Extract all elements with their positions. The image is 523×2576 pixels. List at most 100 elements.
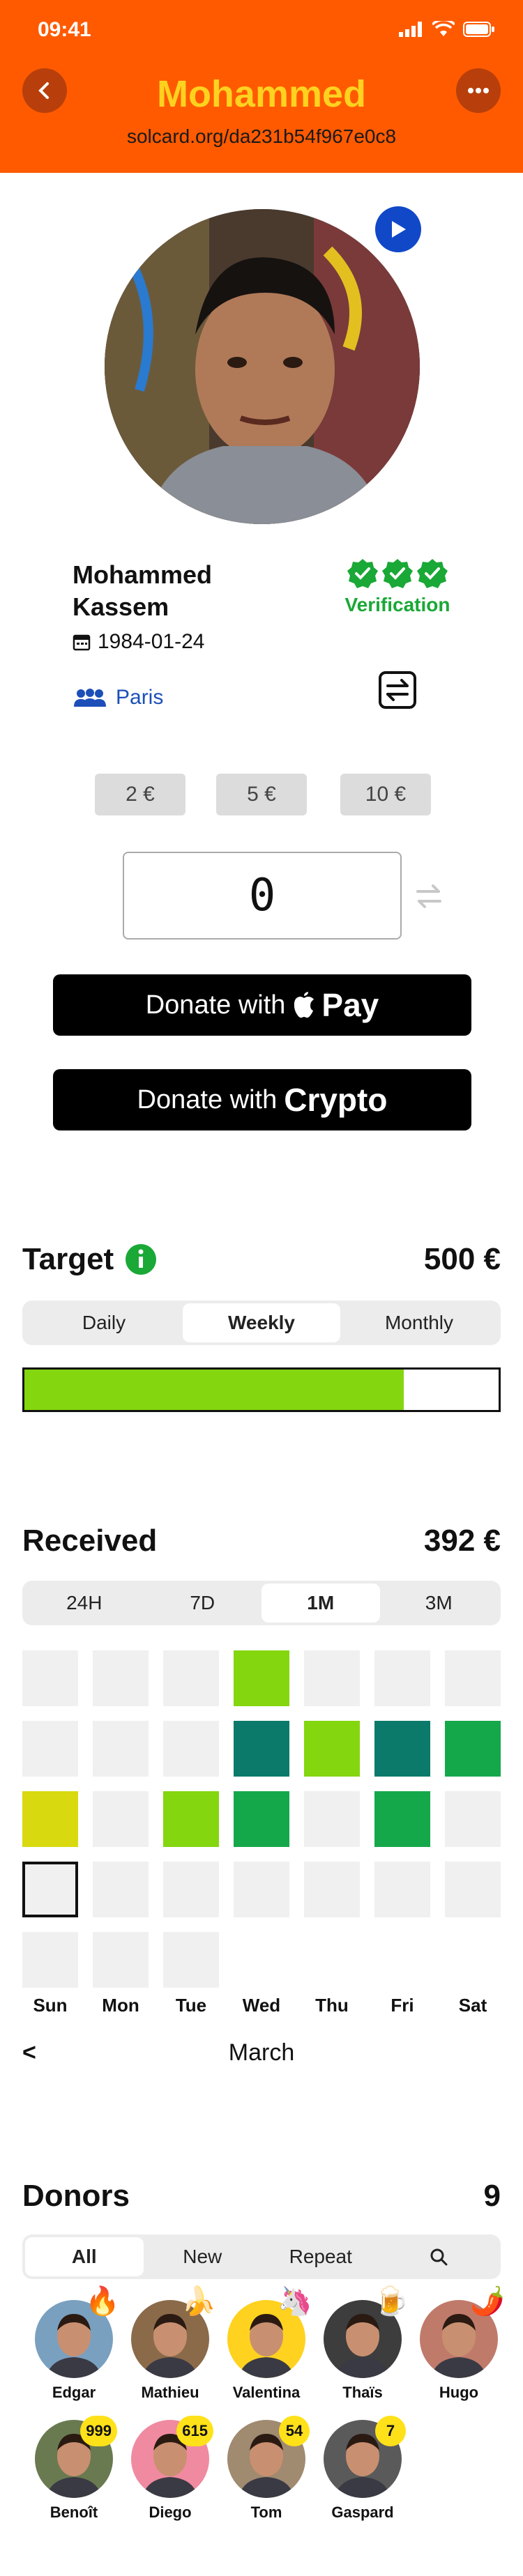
donor-emoji-icon: 🔥 [85,2286,120,2317]
donor-item[interactable]: 🦄 Valentina [226,2287,312,2402]
tab-all[interactable]: All [25,2237,144,2276]
heatmap-day-cell[interactable] [374,1721,430,1777]
donor-avatar: 🦄 [227,2287,312,2378]
target-period-tabs: Daily Weekly Monthly [22,1301,501,1345]
heatmap-day-cell[interactable] [163,1791,219,1847]
heatmap-day-cell[interactable] [22,1862,78,1917]
heatmap-day-cell[interactable] [304,1721,360,1777]
city-label: Paris [116,686,164,709]
donor-name: Valentina [232,2384,301,2401]
verification-label: Verification [344,594,450,615]
donor-name: Thaïs [342,2384,383,2401]
donor-item[interactable]: 🌶️ Hugo [418,2287,505,2402]
tab-new[interactable]: New [144,2237,262,2276]
donor-emoji-icon: 🍺 [374,2286,409,2317]
city[interactable]: Paris [73,686,163,710]
heatmap-day-cell[interactable] [445,1721,501,1777]
heatmap-day-cell[interactable] [374,1791,430,1847]
donor-avatar: 54 [227,2416,310,2498]
heatmap-day-cell[interactable] [374,1650,430,1706]
heatmap-day-cell[interactable] [445,1650,501,1706]
donor-emoji-icon: 🌶️ [470,2286,505,2317]
donor-item[interactable]: 999 Benoît [33,2416,117,2522]
amount-option-5[interactable]: 5 € [216,774,307,815]
heatmap-day-cell[interactable] [234,1791,289,1847]
profile-photo [105,209,420,524]
donor-name: Edgar [52,2384,96,2401]
transfer-icon [379,671,416,709]
donor-item[interactable]: 🍺 Thaïs [322,2287,409,2402]
people-icon [74,689,106,707]
heatmap-day-cell[interactable] [93,1721,149,1777]
heatmap-day-cell[interactable] [445,1862,501,1917]
target-title: Target [22,1242,114,1276]
heatmap-day-cell[interactable] [22,1721,78,1777]
donors-count: 9 [483,2179,501,2213]
verified-badge-icon [382,559,413,588]
amount-option-2[interactable]: 2 € [95,774,185,815]
heatmap-day-cell[interactable] [22,1650,78,1706]
donate-apple-suffix: Pay [321,987,379,1023]
heatmap-day-cell[interactable] [163,1650,219,1706]
heatmap-day-cell[interactable] [374,1862,430,1917]
heatmap-day-cell[interactable] [234,1862,289,1917]
heatmap-day-cell[interactable] [22,1791,78,1847]
donor-item[interactable]: 7 Gaspard [322,2416,406,2522]
more-icon [468,88,489,93]
swap-arrows-icon [416,884,441,908]
heatmap-day-cell[interactable] [22,1932,78,1988]
heatmap-day-cell[interactable] [304,1791,360,1847]
tab-daily[interactable]: Daily [25,1303,183,1342]
page-title: Mohammed [156,73,367,115]
amount-option-10[interactable]: 10 € [340,774,431,815]
currency-toggle-button[interactable] [413,880,445,912]
donate-apple-prefix: Donate with [145,990,286,1020]
birth-date-value: 1984-01-24 [98,630,205,653]
tab-7d[interactable]: 7D [144,1584,262,1623]
tab-24h[interactable]: 24H [25,1584,144,1623]
donate-crypto-button[interactable]: Donate with Crypto [53,1069,471,1130]
play-video-button[interactable] [375,206,421,252]
info-icon[interactable] [125,1243,157,1275]
heatmap-day-cell[interactable] [234,1721,289,1777]
donor-item[interactable]: 615 Diego [130,2416,213,2522]
heatmap-day-cell[interactable] [234,1650,289,1706]
tab-weekly[interactable]: Weekly [183,1303,340,1342]
more-button[interactable] [456,68,501,113]
donor-emoji-icon: 🦄 [278,2286,312,2317]
heatmap-day-cell[interactable] [93,1650,149,1706]
tab-monthly[interactable]: Monthly [340,1303,498,1342]
weekday-wed: Wed [242,1995,281,2016]
header: 09:41 Mohammed solcard.org/da231b54f967e… [0,0,523,173]
weekday-tue: Tue [175,1995,207,2016]
heatmap-day-cell[interactable] [304,1862,360,1917]
tab-1m[interactable]: 1M [262,1584,380,1623]
profile-url[interactable]: solcard.org/da231b54f967e0c8 [0,125,523,148]
heatmap-day-cell[interactable] [163,1862,219,1917]
tab-repeat[interactable]: Repeat [262,2237,380,2276]
play-icon [392,221,406,238]
donation-count-badge: 999 [80,2416,117,2446]
donor-name: Benoît [50,2504,98,2521]
heatmap-day-cell[interactable] [93,1791,149,1847]
tab-3m[interactable]: 3M [380,1584,499,1623]
heatmap-day-cell[interactable] [93,1862,149,1917]
received-value: 392 € [423,1524,501,1558]
donor-item[interactable]: 🔥 Edgar [33,2287,120,2402]
profile-name: Mohammed Kassem [73,560,213,621]
heatmap-day-cell[interactable] [93,1932,149,1988]
donor-filter-tabs: All New Repeat [22,2234,501,2279]
heatmap-day-cell[interactable] [445,1791,501,1847]
transfer-button[interactable] [377,669,418,711]
amount-input[interactable]: 0 [123,852,402,940]
heatmap-day-cell[interactable] [304,1650,360,1706]
heatmap-day-cell[interactable] [163,1721,219,1777]
donate-apple-pay-button[interactable]: Donate with Pay [53,974,471,1036]
target-value: 500 € [423,1242,501,1276]
verification-status[interactable]: Verification [342,558,453,616]
search-donors-button[interactable] [380,2237,499,2276]
donor-item[interactable]: 🍌 Mathieu [130,2287,216,2402]
donor-item[interactable]: 54 Tom [226,2416,310,2522]
heatmap-day-cell[interactable] [163,1932,219,1988]
status-icons [399,21,495,38]
